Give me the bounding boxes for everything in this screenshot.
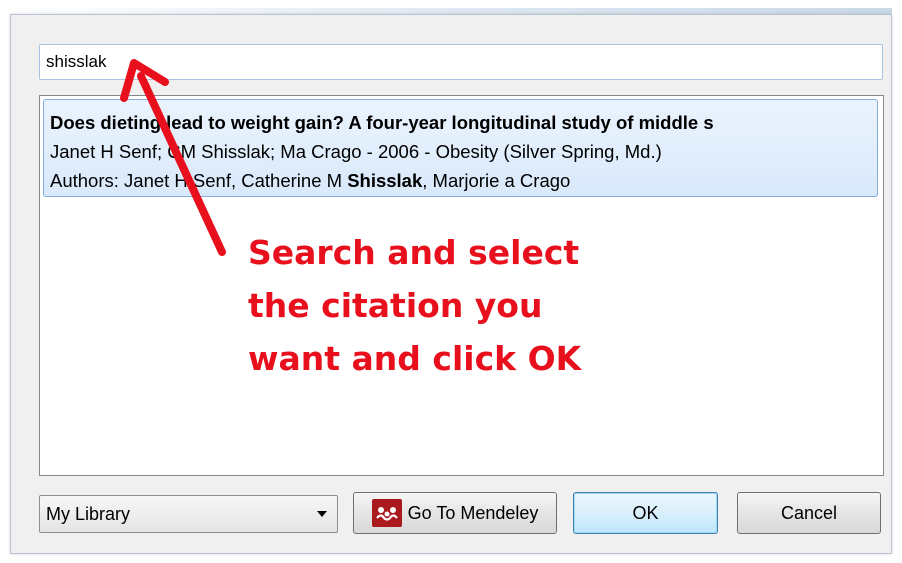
- go-to-mendeley-label: Go To Mendeley: [407, 503, 539, 523]
- chevron-down-icon: [317, 511, 327, 517]
- annotation-line-3: want and click OK: [248, 339, 582, 378]
- annotation-line-1: Search and select: [248, 233, 580, 272]
- cancel-button[interactable]: Cancel: [737, 492, 881, 534]
- library-select-value: My Library: [46, 504, 131, 524]
- result-citation: Janet H Senf; CM Shisslak; Ma Crago - 20…: [50, 141, 662, 162]
- annotation-text: Search and select the citation you want …: [248, 226, 581, 385]
- mendeley-logo-icon: [371, 498, 402, 527]
- library-select[interactable]: My Library: [39, 495, 338, 533]
- authors-suffix: , Marjorie a Crago: [422, 170, 571, 191]
- authors-highlight: Shisslak: [347, 170, 423, 191]
- result-authors: Authors: Janet H Senf, Catherine M Shiss…: [50, 166, 871, 195]
- authors-prefix: Authors: Janet H Senf, Catherine M: [50, 170, 348, 191]
- ok-button[interactable]: OK: [573, 492, 718, 534]
- annotation-line-2: the citation you: [248, 286, 543, 325]
- result-item-selected[interactable]: Does dieting lead to weight gain? A four…: [43, 99, 878, 197]
- result-title: Does dieting lead to weight gain? A four…: [50, 112, 714, 133]
- search-input[interactable]: [39, 44, 883, 80]
- go-to-mendeley-button[interactable]: Go To Mendeley: [353, 492, 557, 534]
